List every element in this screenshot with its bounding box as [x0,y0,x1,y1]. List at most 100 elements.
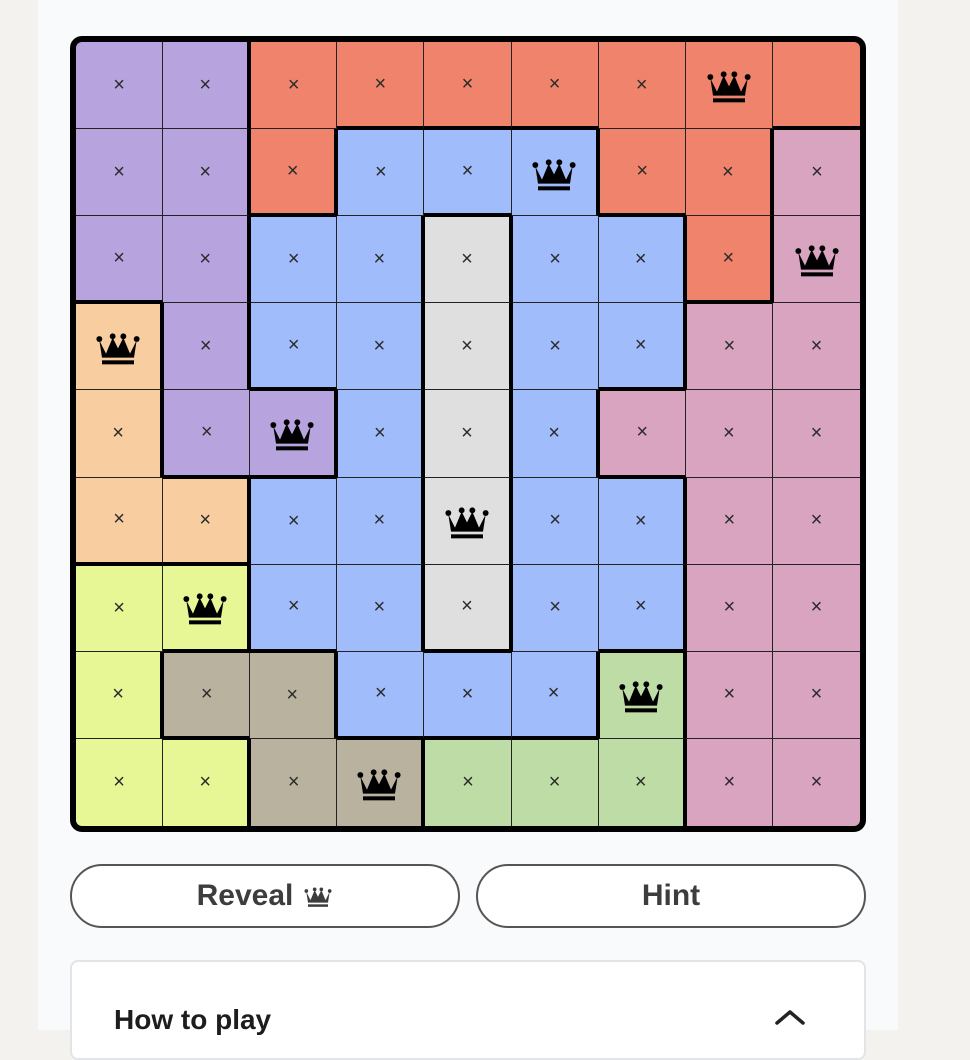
x-mark: × [462,771,474,794]
board-cell-r9-c9[interactable]: × [772,738,860,826]
board-cell-r4-c1[interactable] [76,303,164,391]
board-cell-r5-c2[interactable]: × [163,390,251,478]
board-cell-r8-c7[interactable] [598,651,686,739]
x-mark: × [373,247,386,270]
board-cell-r7-c1[interactable]: × [76,564,164,652]
board-cell-r8-c3[interactable]: × [250,651,338,739]
x-mark: × [287,770,300,793]
chevron-up-icon[interactable] [774,1008,806,1031]
how-to-play-section[interactable]: How to play [70,960,866,1060]
board-cell-r4-c8[interactable]: × [685,303,773,391]
board-cell-r5-c1[interactable]: × [76,390,164,478]
board-cell-r2-c9[interactable]: × [772,129,860,217]
board-cell-r3-c3[interactable]: × [250,216,338,304]
x-mark: × [113,160,125,183]
board-cell-r7-c7[interactable]: × [598,564,686,652]
board-cell-r7-c9[interactable]: × [772,564,860,652]
queen-crown-icon [705,65,753,105]
board-cell-r7-c4[interactable]: × [337,564,425,652]
board-cell-r3-c4[interactable]: × [337,216,425,304]
board-cell-r9-c4[interactable] [337,738,425,826]
board-cell-r6-c1[interactable]: × [76,477,164,565]
board-cell-r4-c5[interactable]: × [424,303,512,391]
board-cell-r5-c3[interactable] [250,390,338,478]
x-mark: × [636,159,649,182]
board-cell-r8-c4[interactable]: × [337,651,425,739]
board-cell-r2-c7[interactable]: × [598,129,686,217]
board-cell-r2-c1[interactable]: × [76,129,164,217]
board-cell-r2-c3[interactable]: × [250,129,338,217]
board-cell-r7-c5[interactable]: × [424,564,512,652]
x-mark: × [634,248,647,271]
board-cell-r8-c1[interactable]: × [76,651,164,739]
board-cell-r2-c5[interactable]: × [424,129,512,217]
board-cell-r9-c1[interactable]: × [76,738,164,826]
x-mark: × [199,334,212,357]
hint-button[interactable]: Hint [476,864,866,928]
board-cell-r8-c5[interactable]: × [424,651,512,739]
board-cell-r8-c8[interactable]: × [685,651,773,739]
board-cell-r6-c9[interactable]: × [772,477,860,565]
board-cell-r8-c6[interactable]: × [511,651,599,739]
x-mark: × [287,595,300,618]
board-cell-r9-c7[interactable]: × [598,738,686,826]
board-cell-r6-c4[interactable]: × [337,477,425,565]
board-cell-r4-c6[interactable]: × [511,303,599,391]
board-cell-r9-c8[interactable]: × [685,738,773,826]
board-cell-r8-c9[interactable]: × [772,651,860,739]
board-cell-r1-c3[interactable]: × [250,42,338,130]
board-cell-r1-c4[interactable]: × [337,42,425,130]
board-cell-r1-c1[interactable]: × [76,42,164,130]
board-cell-r4-c7[interactable]: × [598,303,686,391]
board-cell-r9-c3[interactable]: × [250,738,338,826]
board-cell-r6-c8[interactable]: × [685,477,773,565]
board-cell-r3-c6[interactable]: × [511,216,599,304]
board-cell-r7-c6[interactable]: × [511,564,599,652]
board-cell-r3-c8[interactable]: × [685,216,773,304]
board-cell-r7-c2[interactable] [163,564,251,652]
reveal-button[interactable]: Reveal [70,864,460,928]
board-cell-r6-c2[interactable]: × [163,477,251,565]
board-cell-r5-c5[interactable]: × [424,390,512,478]
x-mark: × [287,73,300,96]
board-cell-r6-c5[interactable] [424,477,512,565]
board-cell-r2-c8[interactable]: × [685,129,773,217]
board-cell-r1-c5[interactable]: × [424,42,512,130]
x-mark: × [634,770,647,793]
board-cell-r6-c3[interactable]: × [250,477,338,565]
board-cell-r1-c6[interactable]: × [511,42,599,130]
board-cell-r4-c3[interactable]: × [250,303,338,391]
board-cell-r8-c2[interactable]: × [163,651,251,739]
board-cell-r1-c8[interactable] [685,42,773,130]
board-cell-r3-c5[interactable]: × [424,216,512,304]
board-cell-r3-c1[interactable]: × [76,216,164,304]
board-cell-r2-c6[interactable] [511,129,599,217]
board-cell-r5-c6[interactable]: × [511,390,599,478]
board-cell-r1-c2[interactable]: × [163,42,251,130]
board-cell-r7-c3[interactable]: × [250,564,338,652]
x-mark: × [634,509,647,532]
board-cell-r2-c2[interactable]: × [163,129,251,217]
board-cell-r4-c9[interactable]: × [772,303,860,391]
board-cell-r9-c6[interactable]: × [511,738,599,826]
board-cell-r9-c5[interactable]: × [424,738,512,826]
board-cell-r4-c2[interactable]: × [163,303,251,391]
board-cell-r3-c2[interactable]: × [163,216,251,304]
board-cell-r5-c7[interactable]: × [598,390,686,478]
board-cell-r6-c7[interactable]: × [598,477,686,565]
board-cell-r4-c4[interactable]: × [337,303,425,391]
board-cell-r5-c4[interactable]: × [337,390,425,478]
board-cell-r3-c7[interactable]: × [598,216,686,304]
board-cell-r2-c4[interactable]: × [337,129,425,217]
board-cell-r1-c7[interactable]: × [598,42,686,130]
crown-icon [303,883,333,909]
x-mark: × [461,682,474,705]
board-cell-r5-c9[interactable]: × [772,390,860,478]
x-mark: × [548,771,561,794]
board-cell-r5-c8[interactable]: × [685,390,773,478]
board-cell-r3-c9[interactable] [772,216,860,304]
board-cell-r9-c2[interactable]: × [163,738,251,826]
board-cell-r7-c8[interactable]: × [685,564,773,652]
board-cell-r1-c9[interactable] [772,42,860,130]
board-cell-r6-c6[interactable]: × [511,477,599,565]
